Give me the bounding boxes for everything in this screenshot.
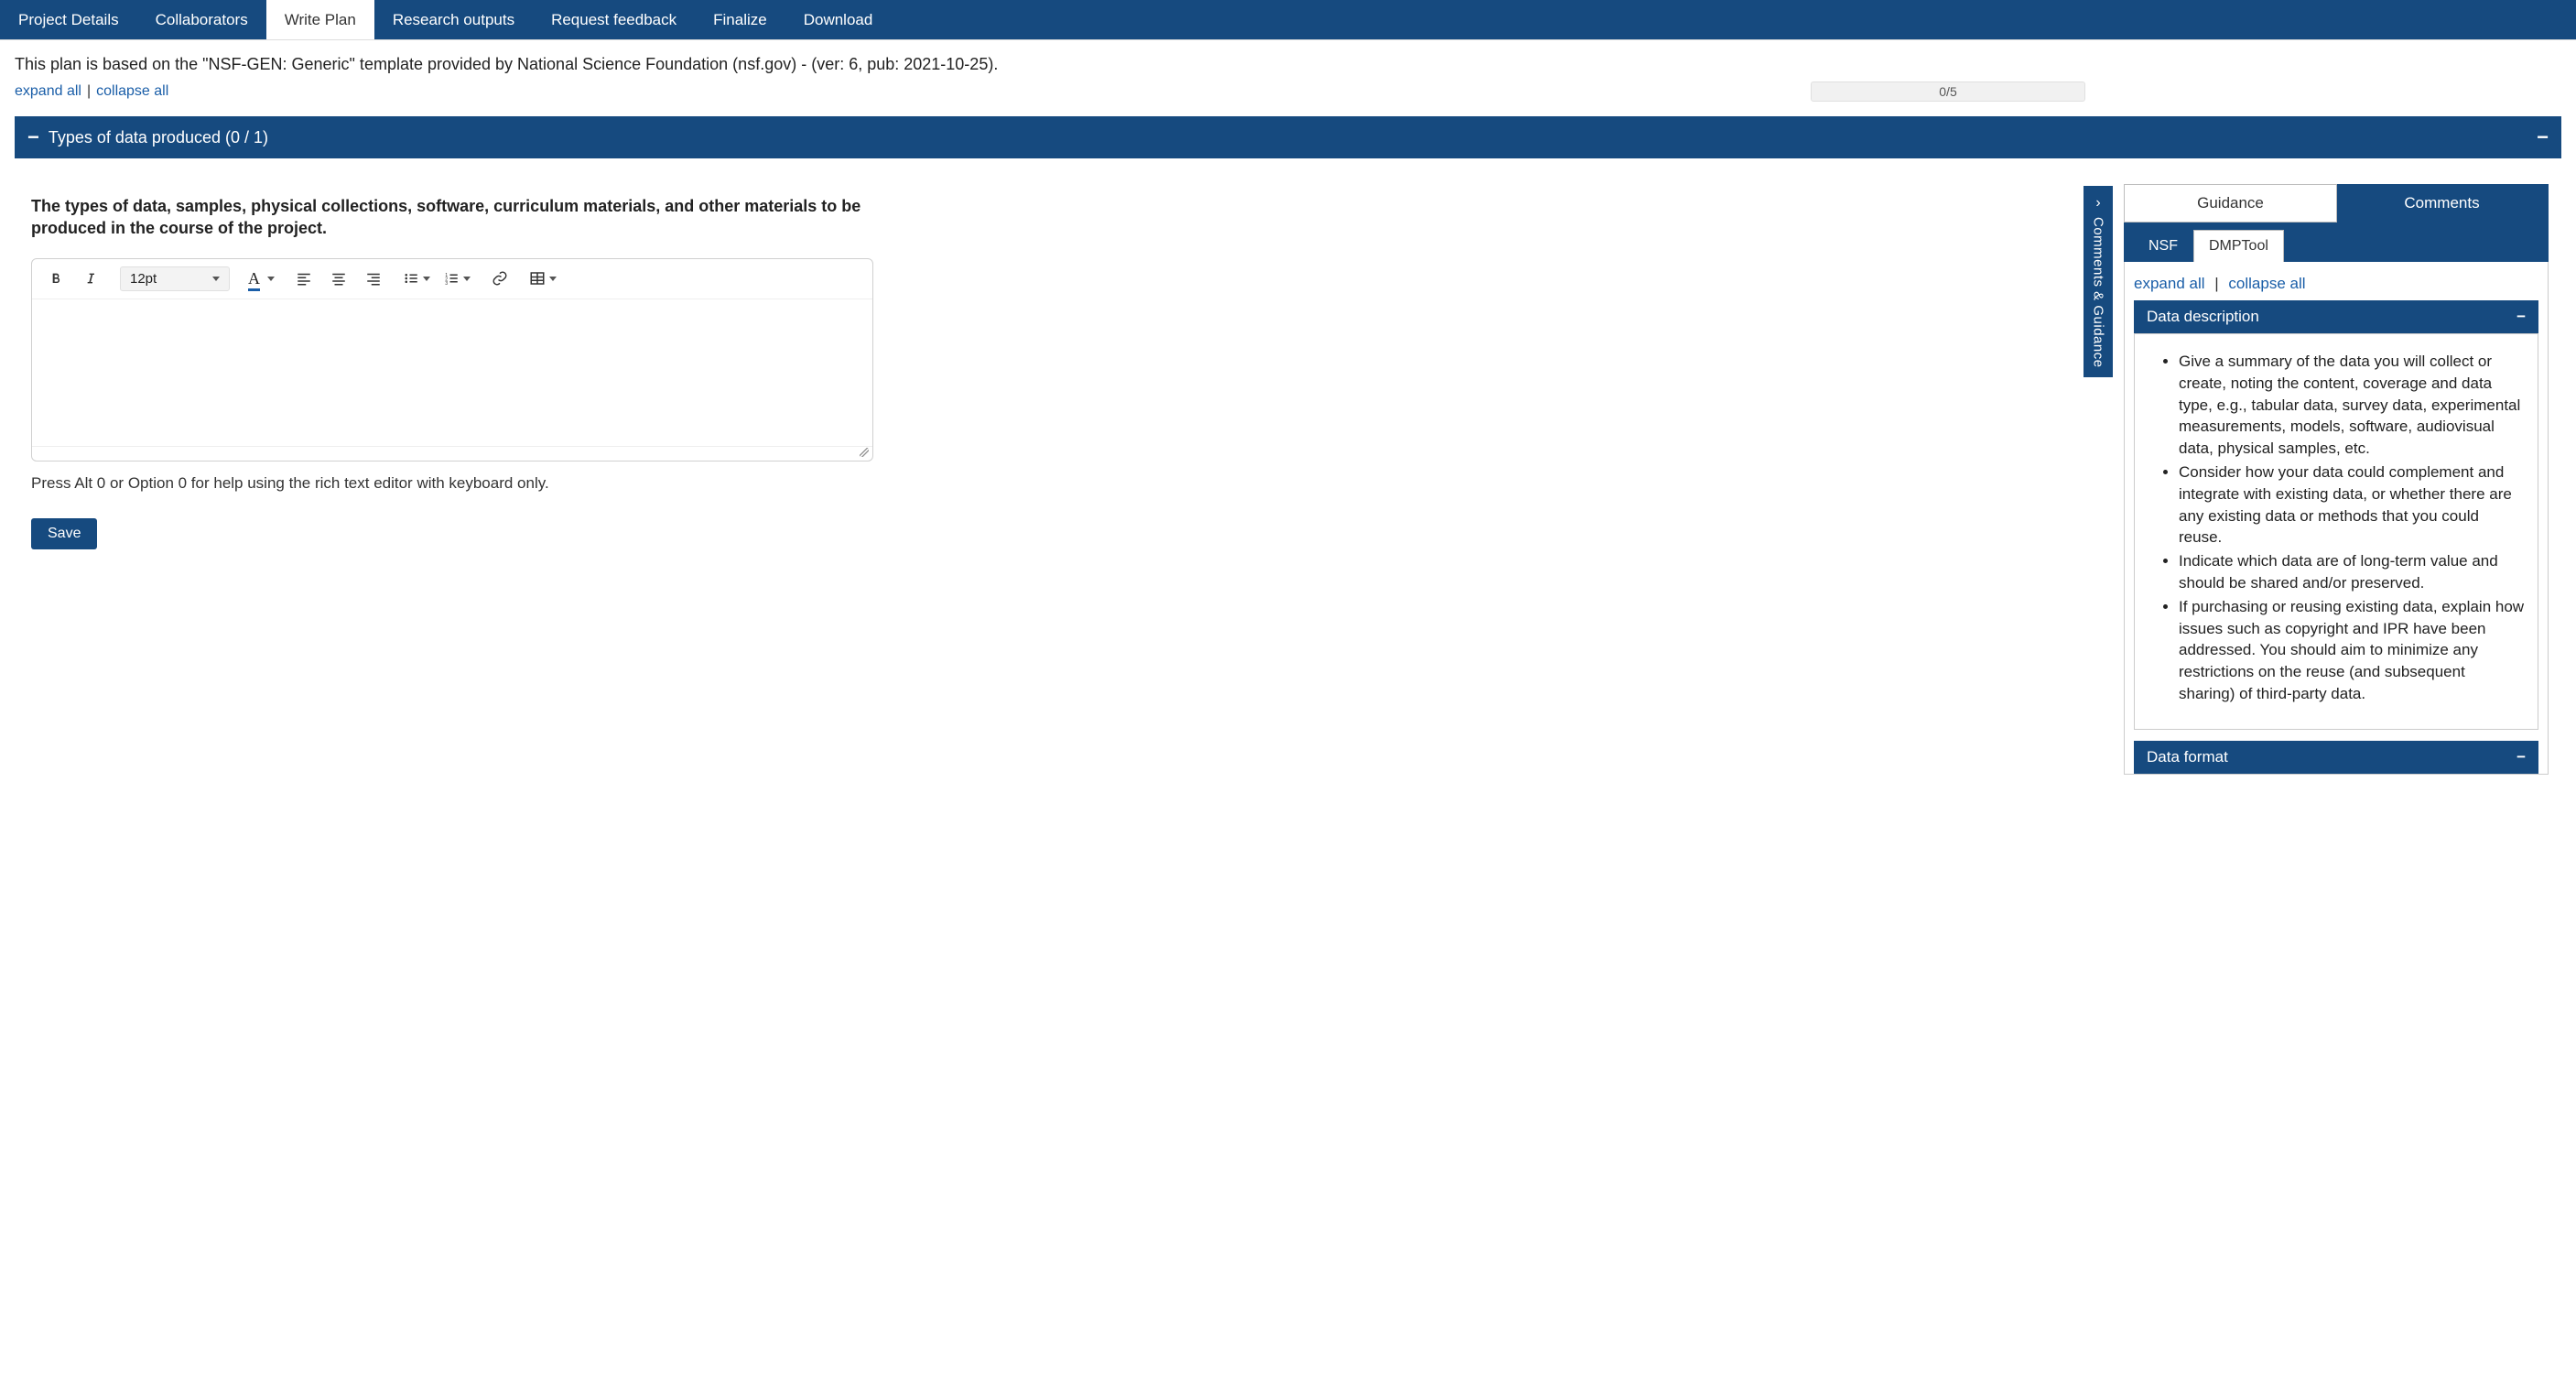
collapse-icon: −: [2516, 308, 2526, 326]
align-center-icon: [330, 270, 347, 287]
comments-guidance-toggle[interactable]: › Comments & Guidance: [2084, 186, 2113, 377]
tab-write-plan[interactable]: Write Plan: [266, 0, 374, 39]
bold-button[interactable]: [45, 267, 67, 289]
collapse-all-link[interactable]: collapse all: [96, 83, 168, 100]
tab-label: Comments: [2404, 194, 2479, 212]
tab-project-details[interactable]: Project Details: [0, 0, 137, 39]
font-size-select[interactable]: 12pt: [120, 266, 230, 291]
tab-comments[interactable]: Comments: [2336, 185, 2548, 222]
table-icon: [529, 270, 546, 287]
source-tab-nsf[interactable]: NSF: [2133, 230, 2193, 262]
guidance-section-header-data-format[interactable]: Data format −: [2134, 741, 2538, 774]
link-button[interactable]: [489, 267, 511, 289]
guidance-section-body: Give a summary of the data you will coll…: [2134, 333, 2538, 730]
guidance-subtabs: Guidance Comments: [2124, 184, 2549, 223]
guidance-panel: Guidance Comments NSF DMPTool expand all…: [2113, 158, 2561, 775]
tab-finalize[interactable]: Finalize: [695, 0, 785, 39]
tab-guidance[interactable]: Guidance: [2124, 184, 2337, 223]
tab-label: Write Plan: [285, 11, 356, 29]
text-color-button[interactable]: A: [248, 269, 275, 288]
guidance-section-title: Data description: [2147, 308, 2259, 326]
separator: |: [2214, 275, 2218, 292]
bold-icon: [49, 271, 63, 286]
collapse-icon-right: −: [2537, 125, 2549, 149]
tab-label: NSF: [2148, 238, 2178, 254]
top-nav: Project Details Collaborators Write Plan…: [0, 0, 2576, 40]
align-right-icon: [365, 270, 382, 287]
chevron-down-icon: [549, 277, 557, 281]
chevron-right-icon: ›: [2095, 195, 2100, 212]
collapse-icon: −: [27, 127, 39, 147]
tab-label: Collaborators: [156, 11, 248, 29]
guidance-bullet: If purchasing or reusing existing data, …: [2179, 596, 2525, 705]
align-right-button[interactable]: [363, 267, 384, 289]
chevron-down-icon: [212, 277, 220, 281]
svg-text:3: 3: [445, 281, 448, 287]
expand-all-link[interactable]: expand all: [15, 83, 81, 100]
separator: |: [87, 83, 91, 100]
guidance-bullet: Consider how your data could complement …: [2179, 461, 2525, 548]
rte-toolbar: 12pt A: [32, 259, 872, 299]
guidance-section-title: Data format: [2147, 748, 2228, 766]
template-note: This plan is based on the "NSF-GEN: Gene…: [15, 55, 2561, 74]
tab-research-outputs[interactable]: Research outputs: [374, 0, 533, 39]
tab-download[interactable]: Download: [785, 0, 892, 39]
chevron-down-icon: [463, 277, 471, 281]
chevron-down-icon: [267, 277, 275, 281]
italic-icon: [83, 271, 98, 286]
bullet-list-button[interactable]: [403, 267, 430, 289]
progress-indicator: 0/5: [1811, 81, 2085, 102]
guidance-collapse-all-link[interactable]: collapse all: [2228, 275, 2305, 292]
align-center-button[interactable]: [328, 267, 350, 289]
text-color-icon: A: [248, 269, 260, 288]
align-left-icon: [296, 270, 312, 287]
tab-collaborators[interactable]: Collaborators: [137, 0, 266, 39]
rte-help-text: Press Alt 0 or Option 0 for help using t…: [31, 474, 873, 493]
bullet-list-icon: [403, 270, 419, 287]
tab-label: Project Details: [18, 11, 119, 29]
table-button[interactable]: [529, 267, 557, 289]
rte-resize-handle[interactable]: [32, 446, 872, 461]
guidance-body: expand all | collapse all Data descripti…: [2124, 262, 2549, 775]
tab-label: Finalize: [713, 11, 767, 29]
save-button[interactable]: Save: [31, 518, 97, 549]
guidance-bullet-list: Give a summary of the data you will coll…: [2148, 351, 2525, 705]
rich-text-editor: 12pt A: [31, 258, 873, 461]
tab-label: Download: [804, 11, 873, 29]
numbered-list-button[interactable]: 123: [443, 267, 471, 289]
guidance-expand-all-link[interactable]: expand all: [2134, 275, 2205, 292]
guidance-bullet: Give a summary of the data you will coll…: [2179, 351, 2525, 460]
guidance-bullet: Indicate which data are of long-term val…: [2179, 550, 2525, 594]
collapse-icon: −: [2516, 748, 2526, 766]
font-size-value: 12pt: [130, 271, 157, 287]
question-text: The types of data, samples, physical col…: [31, 195, 873, 240]
tab-label: Guidance: [2197, 194, 2264, 212]
guidance-section-header-data-description[interactable]: Data description −: [2134, 300, 2538, 333]
align-left-button[interactable]: [293, 267, 315, 289]
link-icon: [492, 270, 508, 287]
italic-button[interactable]: [80, 267, 102, 289]
tab-label: DMPTool: [2209, 238, 2268, 254]
source-tab-dmptool[interactable]: DMPTool: [2193, 230, 2284, 262]
tab-label: Research outputs: [393, 11, 514, 29]
tab-label: Request feedback: [551, 11, 676, 29]
guidance-expand-row: expand all | collapse all: [2125, 271, 2548, 300]
guidance-source-tabs: NSF DMPTool: [2124, 223, 2549, 262]
tab-request-feedback[interactable]: Request feedback: [533, 0, 695, 39]
section-title: Types of data produced (0 / 1): [49, 128, 268, 147]
numbered-list-icon: 123: [443, 270, 460, 287]
chevron-down-icon: [423, 277, 430, 281]
rte-textarea[interactable]: [32, 299, 872, 446]
section-header[interactable]: − Types of data produced (0 / 1) −: [15, 116, 2561, 158]
section-body: The types of data, samples, physical col…: [15, 158, 2561, 775]
comments-guidance-label: Comments & Guidance: [2091, 217, 2106, 368]
editor-column: The types of data, samples, physical col…: [15, 158, 2084, 775]
expand-collapse-row: expand all | collapse all 0/5: [15, 81, 2561, 102]
